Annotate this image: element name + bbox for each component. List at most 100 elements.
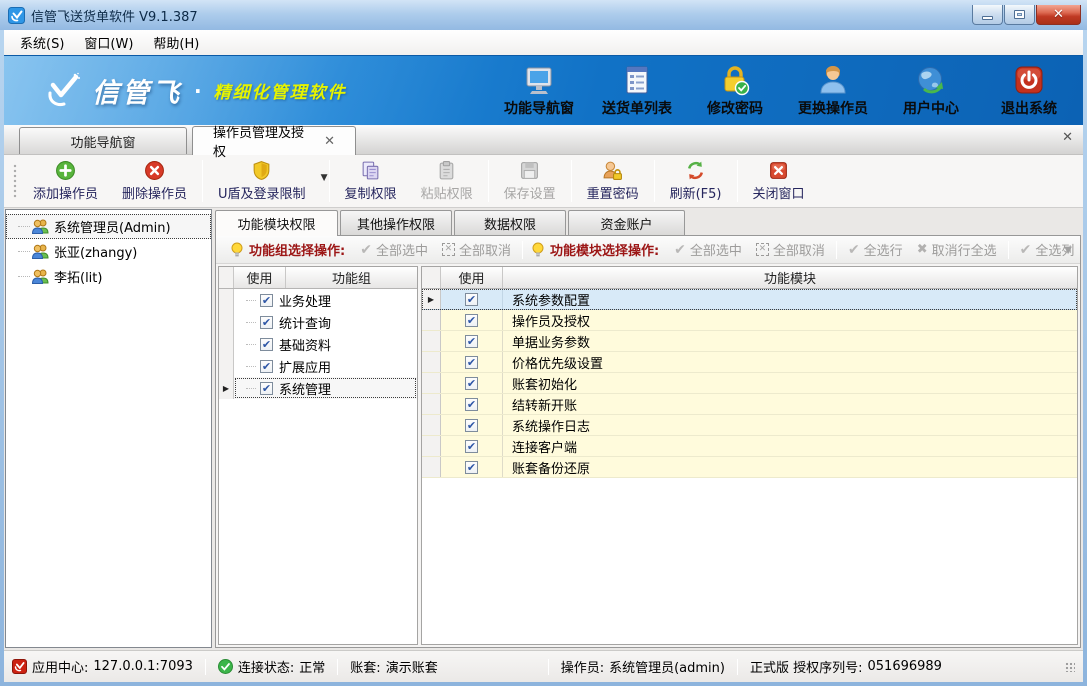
connection-ok-icon	[218, 659, 233, 674]
checkbox[interactable]	[465, 314, 478, 327]
delete-icon	[144, 160, 165, 181]
resize-grip[interactable]	[1065, 662, 1075, 672]
reset-password-button[interactable]: 重置密码	[575, 157, 651, 205]
reset-password-icon	[602, 160, 623, 181]
operator-tree-panel: 系统管理员(Admin) 张亚(zhangy)	[5, 209, 212, 648]
checkbox[interactable]	[465, 440, 478, 453]
app-window: 信管飞送货单软件 V9.1.387 ✕ 系统(S) 窗口(W) 帮助(H) 信管…	[0, 0, 1087, 686]
selection-toolbar: 功能组选择操作: 全部选中 全部取消	[216, 236, 1080, 264]
ukey-login-limit-button[interactable]: U盾及登录限制 ▼	[206, 157, 326, 205]
module-select-all-button[interactable]: 全部选中	[674, 240, 742, 259]
module-select-label: 功能模块选择操作:	[550, 240, 659, 259]
check-icon	[1020, 242, 1032, 258]
group-row[interactable]: 业务处理	[219, 289, 417, 311]
module-row[interactable]: 账套初始化	[422, 373, 1077, 394]
permission-panel: 功能组选择操作: 全部选中 全部取消	[215, 235, 1081, 648]
exit-system-button[interactable]: 退出系统	[993, 64, 1065, 118]
checkbox[interactable]	[465, 335, 478, 348]
module-row[interactable]: 结转新开账	[422, 394, 1077, 415]
tab-close-icon[interactable]: ✕	[324, 135, 335, 148]
tab-fund-account[interactable]: 资金账户	[568, 210, 685, 235]
menu-help[interactable]: 帮助(H)	[143, 30, 209, 55]
menu-bar: 系统(S) 窗口(W) 帮助(H)	[4, 30, 1083, 55]
brand-logo: 信管飞 · 精细化管理软件	[42, 71, 347, 110]
checkbox[interactable]	[260, 382, 273, 395]
group-row[interactable]: 扩展应用	[219, 355, 417, 377]
tab-nav-window[interactable]: 功能导航窗	[19, 127, 187, 154]
group-row[interactable]: 基础资料	[219, 333, 417, 355]
user-center-globe-icon	[915, 64, 947, 96]
delete-operator-button[interactable]: 删除操作员	[110, 157, 199, 205]
save-icon	[519, 160, 540, 181]
bulb-icon	[230, 242, 244, 258]
checkbox[interactable]	[260, 360, 273, 373]
nav-window-button[interactable]: 功能导航窗	[503, 64, 575, 118]
group-row[interactable]: 统计查询	[219, 311, 417, 333]
checkbox[interactable]	[465, 377, 478, 390]
group-unselect-all-button[interactable]: 全部取消	[442, 240, 511, 259]
row-indicator-icon: ▶	[428, 295, 434, 304]
refresh-button[interactable]: 刷新(F5)	[658, 157, 734, 205]
add-operator-button[interactable]: 添加操作员	[21, 157, 110, 205]
tab-other-permission[interactable]: 其他操作权限	[340, 210, 452, 235]
add-icon	[55, 160, 76, 181]
menu-window[interactable]: 窗口(W)	[74, 30, 143, 55]
tab-data-permission[interactable]: 数据权限	[454, 210, 566, 235]
checkbox[interactable]	[465, 293, 478, 306]
delivery-list-button[interactable]: 送货单列表	[601, 64, 673, 118]
checkbox[interactable]	[465, 419, 478, 432]
module-row[interactable]: 连接客户端	[422, 436, 1077, 457]
module-row-selected[interactable]: ▶ 系统参数配置	[422, 289, 1077, 310]
overflow-arrow-icon[interactable]: ▼	[1064, 245, 1072, 256]
module-grid-header: 使用 功能模块	[422, 267, 1077, 289]
tree-item-admin[interactable]: 系统管理员(Admin)	[6, 214, 211, 239]
copy-permission-button[interactable]: 复制权限	[333, 157, 409, 205]
tab-module-permission[interactable]: 功能模块权限	[215, 210, 338, 236]
minimize-icon	[982, 16, 993, 20]
check-icon	[360, 242, 372, 258]
maximize-button[interactable]	[1004, 5, 1035, 25]
module-row[interactable]: 价格优先级设置	[422, 352, 1077, 373]
checkbox[interactable]	[260, 316, 273, 329]
module-row[interactable]: 操作员及授权	[422, 310, 1077, 331]
module-row[interactable]: 账套备份还原	[422, 457, 1077, 478]
checkbox[interactable]	[465, 356, 478, 369]
app-logo-icon	[8, 7, 25, 24]
close-window-button[interactable]: 关闭窗口	[741, 157, 817, 205]
menu-system[interactable]: 系统(S)	[10, 30, 74, 55]
operators-icon	[32, 269, 49, 284]
tab-operator-management[interactable]: 操作员管理及授权 ✕	[192, 126, 356, 155]
module-row[interactable]: 单据业务参数	[422, 331, 1077, 352]
module-column-header: 功能模块	[503, 267, 1077, 288]
tree-item-lit[interactable]: 李拓(lit)	[6, 264, 211, 289]
checkbox[interactable]	[465, 461, 478, 474]
status-bar: 应用中心: 127.0.0.1:7093 连接状态: 正常 账套: 演示账套 操…	[4, 650, 1083, 682]
tabstrip-close-icon[interactable]: ✕	[1062, 131, 1073, 144]
checkbox[interactable]	[260, 338, 273, 351]
cancel-row-select-button[interactable]: 取消行全选	[917, 240, 997, 259]
paste-permission-button: 粘贴权限	[409, 157, 485, 205]
group-column-header: 功能组	[286, 267, 417, 288]
checkbox[interactable]	[260, 294, 273, 307]
toolbar-separator	[571, 160, 572, 202]
tree-item-zhangy[interactable]: 张亚(zhangy)	[6, 239, 211, 264]
status-separator	[737, 659, 738, 675]
group-row-selected[interactable]: ▶ 系统管理	[219, 377, 417, 399]
user-center-button[interactable]: 用户中心	[895, 64, 967, 118]
dropdown-arrow-icon[interactable]: ▼	[321, 173, 328, 183]
group-select-all-button[interactable]: 全部选中	[360, 240, 428, 259]
module-row[interactable]: 系统操作日志	[422, 415, 1077, 436]
function-module-grid: 使用 功能模块 ▶ 系统参数配置 操作员及授权	[421, 266, 1078, 645]
change-password-button[interactable]: 修改密码	[699, 64, 771, 118]
toolbar-grip[interactable]	[12, 163, 17, 199]
checkbox[interactable]	[465, 398, 478, 411]
banner-buttons: 功能导航窗 送货单列表	[503, 64, 1065, 118]
boxed-x-icon	[756, 243, 769, 256]
selection-separator	[1008, 241, 1009, 259]
switch-operator-button[interactable]: 更换操作员	[797, 64, 869, 118]
close-button[interactable]: ✕	[1036, 5, 1081, 25]
app-center-logo-icon	[12, 659, 27, 674]
module-unselect-all-button[interactable]: 全部取消	[756, 240, 825, 259]
select-row-button[interactable]: 全选行	[848, 240, 903, 259]
minimize-button[interactable]	[972, 5, 1003, 25]
